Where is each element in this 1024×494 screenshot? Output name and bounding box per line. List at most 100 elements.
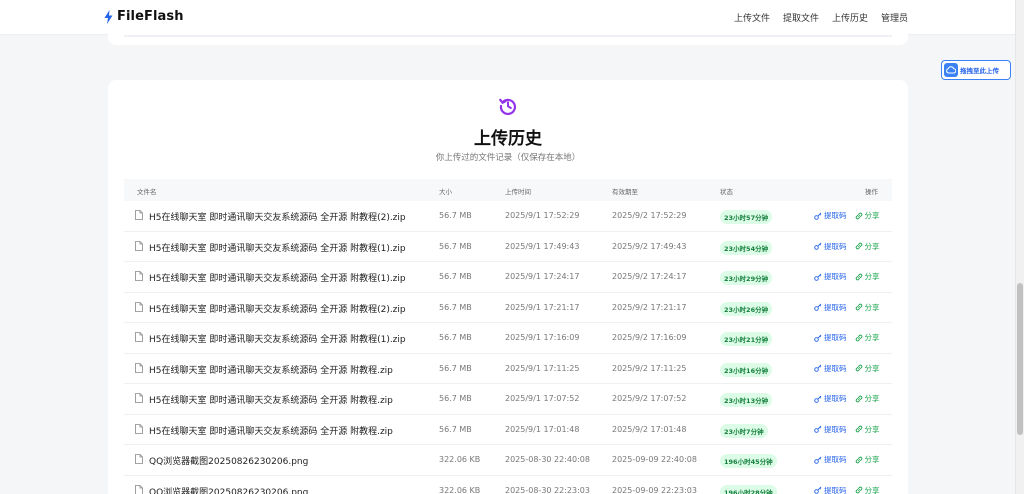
extract-code-label: 提取码 [824,363,847,373]
extract-code-button[interactable]: 提取码 [814,271,847,282]
key-icon [814,273,822,281]
table-body: H5在线聊天室 即时通讯聊天交友系统源码 全开源 附教程(2).zip 56.7… [124,201,892,494]
file-name-cell: H5在线聊天室 即时通讯聊天交友系统源码 全开源 附教程(1).zip [135,271,406,284]
col-status: 状态 [720,188,733,196]
link-icon [855,242,863,250]
upload-time: 2025/9/1 17:24:17 [505,272,580,281]
main-nav: 上传文件 提取文件 上传历史 管理员 [734,11,908,24]
share-label: 分享 [864,485,880,494]
expiry-time: 2025/9/2 17:21:17 [612,302,687,312]
upload-time: 2025/9/1 17:07:52 [505,394,580,403]
file-size: 56.7 MB [439,302,472,312]
previous-card-divider [124,35,892,37]
file-name-cell: QQ浏览器截图20250826230206.png [135,484,309,494]
share-label: 分享 [864,241,880,251]
extract-code-button[interactable]: 提取码 [814,485,847,494]
share-button[interactable]: 分享 [855,210,880,221]
file-size: 56.7 MB [439,241,472,251]
file-icon [135,210,143,223]
share-label: 分享 [864,363,880,373]
row-actions: 提取码 分享 [814,393,880,404]
status-badge: 23小时16分钟 [720,362,773,377]
share-label: 分享 [864,211,880,220]
key-icon [814,212,822,220]
table-row: H5在线聊天室 即时通讯聊天交友系统源码 全开源 附教程(1).zip 56.7… [124,323,892,354]
lightning-icon [104,9,113,24]
expiry-time: 2025/9/2 17:16:09 [612,333,687,342]
extract-code-button[interactable]: 提取码 [814,363,847,374]
file-name: H5在线聊天室 即时通讯聊天交友系统源码 全开源 附教程.zip [149,365,393,376]
extract-code-button[interactable]: 提取码 [814,302,847,313]
row-actions: 提取码 分享 [814,363,880,374]
key-icon [814,486,822,494]
extract-code-button[interactable]: 提取码 [814,393,847,404]
share-label: 分享 [864,272,880,281]
link-icon [855,303,863,311]
extract-code-button[interactable]: 提取码 [814,332,847,343]
key-icon [814,364,822,372]
link-icon [855,273,863,281]
extract-code-label: 提取码 [824,241,847,251]
scrollbar[interactable] [1015,0,1024,494]
expiry-time: 2025/9/2 17:01:48 [612,424,687,434]
link-icon [855,486,863,494]
nav-upload[interactable]: 上传文件 [734,11,770,24]
file-name: H5在线聊天室 即时通讯聊天交友系统源码 全开源 附教程(1).zip [149,335,406,345]
upload-time: 2025/9/1 17:11:25 [505,363,580,373]
history-card: 上传历史 你上传过的文件记录（仅保存在本地） 文件名 大小 上传时间 有效期至 … [108,80,908,494]
share-button[interactable]: 分享 [855,454,880,465]
share-button[interactable]: 分享 [855,424,880,435]
extract-code-label: 提取码 [824,302,847,312]
link-icon [855,425,863,433]
row-actions: 提取码 分享 [814,485,880,494]
share-button[interactable]: 分享 [855,363,880,374]
file-icon [135,393,143,406]
status-badge: 23小时26分钟 [720,301,773,316]
nav-history[interactable]: 上传历史 [832,11,868,24]
status-badge: 23小时29分钟 [720,271,773,285]
nav-extract[interactable]: 提取文件 [783,11,819,24]
extract-code-button[interactable]: 提取码 [814,210,847,221]
link-icon [855,364,863,372]
file-icon [135,240,143,254]
share-button[interactable]: 分享 [855,271,880,282]
key-icon [814,395,822,403]
extract-code-button[interactable]: 提取码 [814,454,847,465]
file-size: 56.7 MB [439,211,472,220]
share-button[interactable]: 分享 [855,332,880,343]
expiry-time: 2025/9/2 17:11:25 [612,363,687,373]
drag-upload-button[interactable]: 拖拽至此上传 [941,60,1011,80]
expiry-time: 2025-09-09 22:23:03 [612,485,697,494]
status-badge: 196小时28分钟 [720,484,777,494]
row-actions: 提取码 分享 [814,241,880,252]
col-uploaded: 上传时间 [505,188,531,196]
key-icon [814,242,822,250]
file-size: 56.7 MB [439,424,472,434]
file-name: H5在线聊天室 即时通讯聊天交友系统源码 全开源 附教程.zip [149,426,393,437]
nav-admin[interactable]: 管理员 [881,11,908,24]
share-label: 分享 [864,424,880,434]
file-name: H5在线聊天室 即时通讯聊天交友系统源码 全开源 附教程(1).zip [149,243,406,254]
table-row: QQ浏览器截图20250826230206.png 322.06 KB 2025… [124,445,892,476]
scrollbar-thumb[interactable] [1017,283,1023,435]
extract-code-label: 提取码 [824,211,847,220]
share-button[interactable]: 分享 [855,302,880,313]
extract-code-button[interactable]: 提取码 [814,424,847,435]
file-name-cell: H5在线聊天室 即时通讯聊天交友系统源码 全开源 附教程(2).zip [135,301,406,315]
file-name: QQ浏览器截图20250826230206.png [149,487,309,494]
table-row: H5在线聊天室 即时通讯聊天交友系统源码 全开源 附教程(2).zip 56.7… [124,201,892,232]
share-button[interactable]: 分享 [855,485,880,494]
extract-code-button[interactable]: 提取码 [814,241,847,252]
extract-code-label: 提取码 [824,272,847,281]
share-label: 分享 [864,455,880,464]
brand[interactable]: FileFlash [104,9,184,24]
file-name: H5在线聊天室 即时通讯聊天交友系统源码 全开源 附教程(2).zip [149,304,406,315]
upload-time: 2025/9/1 17:16:09 [505,333,580,342]
share-button[interactable]: 分享 [855,393,880,404]
table-row: H5在线聊天室 即时通讯聊天交友系统源码 全开源 附教程.zip 56.7 MB… [124,384,892,415]
upload-time: 2025-08-30 22:23:03 [505,485,590,494]
share-label: 分享 [864,333,880,342]
expiry-time: 2025/9/2 17:52:29 [612,211,687,220]
share-button[interactable]: 分享 [855,241,880,252]
page-subtitle: 你上传过的文件记录（仅保存在本地） [435,153,581,163]
